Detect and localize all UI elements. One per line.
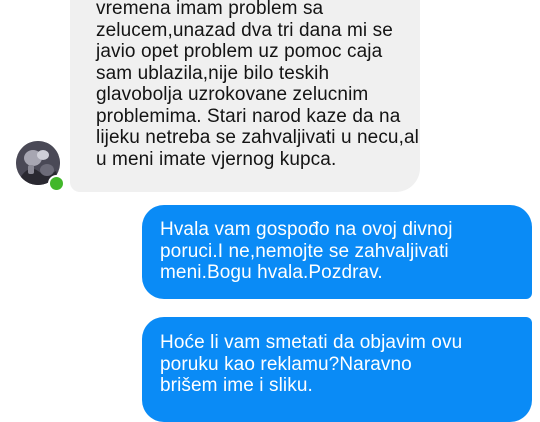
message-text-line: Hoće li vam smetati da objavim ovu — [160, 332, 463, 353]
message-text-line: poruku kao reklamu?Naravno — [160, 353, 412, 375]
online-status-dot — [48, 175, 65, 192]
message-text-line: Hvala vam gospođo na ovoj divnoj — [160, 219, 453, 240]
message-text-line: sam ublazila,nije bilo teskih — [96, 62, 330, 84]
message-text-line: poruci.I ne,nemojte se zahvaljivati — [160, 240, 449, 262]
outgoing-message-bubble[interactable]: Hoće li vam smetati da objavim ovu poruk… — [142, 317, 532, 422]
message-text-line: brišem ime i sliku. — [160, 375, 313, 396]
message-text-line: vremena imam problem sa — [96, 0, 324, 19]
incoming-message-bubble[interactable]: vremena imam problem sa zelucem,unazad d… — [70, 0, 420, 192]
message-text-line: problemima. Stari narod kaze da na — [96, 105, 401, 127]
outgoing-message-bubble[interactable]: Hvala vam gospođo na ovoj divnoj poruci.… — [142, 205, 532, 299]
message-text-line: javio opet problem uz pomoc caja — [96, 41, 383, 62]
message-text-line: meni.Bogu hvala.Pozdrav. — [160, 262, 383, 283]
chat-thread: vremena imam problem sa zelucem,unazad d… — [0, 0, 540, 422]
message-text-line: lijeku netreba se zahvaljivati u necu,al — [96, 127, 419, 148]
message-text-line: glavobolja uzrokovane zelucnim — [96, 84, 369, 105]
message-text-line: u meni imate vjernog kupca. — [96, 148, 337, 170]
message-text-line: zelucem,unazad dva tri dana mi se — [96, 19, 393, 41]
